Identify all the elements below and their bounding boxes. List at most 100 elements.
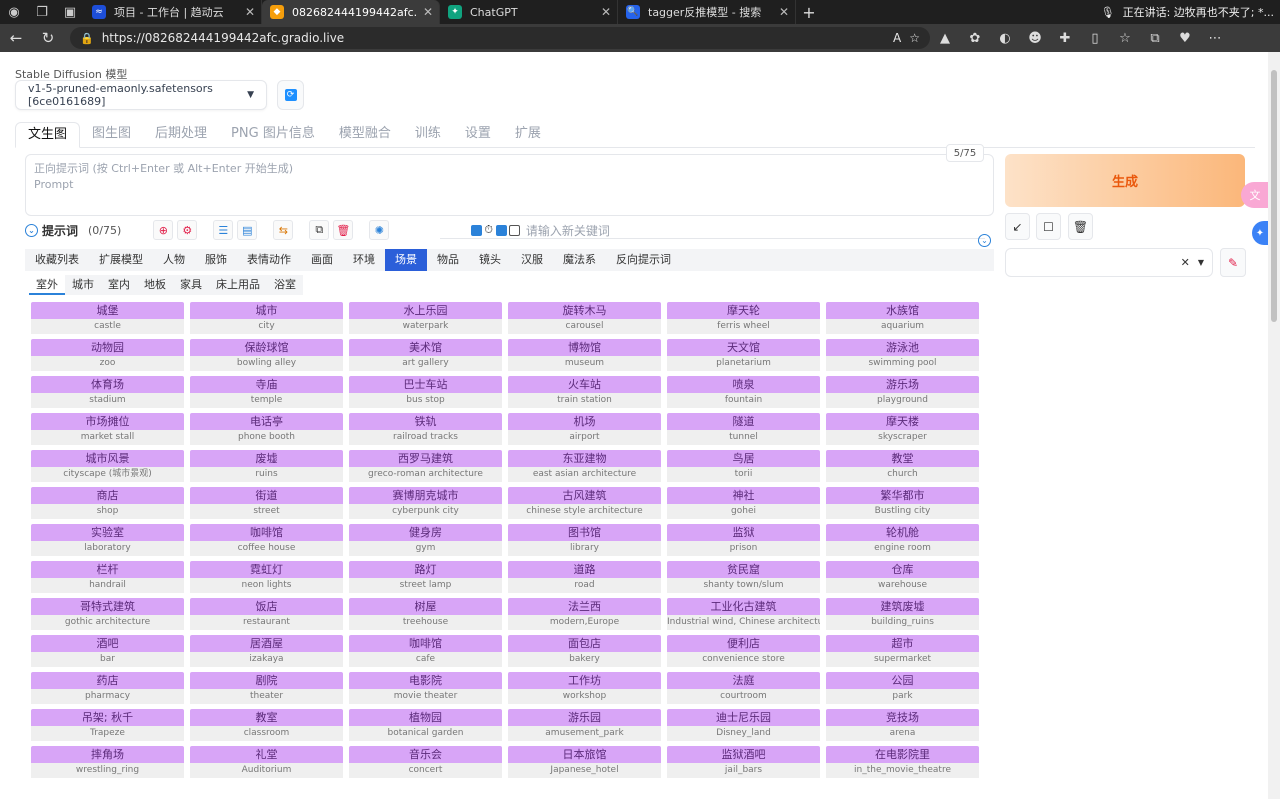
tag-card[interactable]: 街道 street xyxy=(190,487,343,519)
collections-icon[interactable]: ⧉ xyxy=(1140,24,1170,52)
tag-card[interactable]: 监狱 prison xyxy=(667,524,820,556)
tag-card[interactable]: 摩天轮 ferris wheel xyxy=(667,302,820,334)
main-tab[interactable]: 图生图 xyxy=(80,122,143,148)
tag-card[interactable]: 保龄球馆 bowling alley xyxy=(190,339,343,371)
subcategory-tab[interactable]: 床上用品 xyxy=(209,275,267,295)
settings-gear-icon[interactable]: ⚙ xyxy=(177,220,198,240)
tag-card[interactable]: 废墟 ruins xyxy=(190,450,343,482)
tag-card[interactable]: 寺庙 temple xyxy=(190,376,343,408)
tag-card[interactable]: 城市 city xyxy=(190,302,343,334)
tag-card[interactable]: 电话亭 phone booth xyxy=(190,413,343,445)
tag-card[interactable]: 道路 road xyxy=(508,561,661,593)
main-tab[interactable]: 文生图 xyxy=(15,122,81,148)
main-tab[interactable]: 设置 xyxy=(453,122,503,148)
tag-card[interactable]: 轮机舱 engine room xyxy=(826,524,979,556)
browser-tab[interactable]: ◆ 082682444199442afc.gradio.live ✕ xyxy=(262,0,440,24)
extension-icon-3[interactable]: ◐ xyxy=(990,24,1020,52)
tag-card[interactable]: 东亚建物 east asian architecture xyxy=(508,450,661,482)
category-tab[interactable]: 反向提示词 xyxy=(606,249,681,271)
subcategory-tab[interactable]: 家具 xyxy=(173,275,209,295)
tag-card[interactable]: 贫民窟 shanty town/slum xyxy=(667,561,820,593)
extension-icon-4[interactable]: ☻ xyxy=(1020,24,1050,52)
trash-icon[interactable]: 🗑 xyxy=(1068,213,1093,240)
extension-icon-1[interactable]: ▲ xyxy=(930,24,960,52)
split-screen-icon[interactable]: ▯ xyxy=(1080,24,1110,52)
tag-card[interactable]: 巴士车站 bus stop xyxy=(349,376,502,408)
subcategory-tab[interactable]: 城市 xyxy=(65,275,101,295)
tag-card[interactable]: 工业化古建筑 Industrial wind, Chinese architect… xyxy=(667,598,820,630)
tab-actions-icon[interactable]: ▣ xyxy=(56,0,84,24)
tag-card[interactable]: 栏杆 handrail xyxy=(31,561,184,593)
tag-card[interactable]: 实验室 laboratory xyxy=(31,524,184,556)
category-tab[interactable]: 环境 xyxy=(343,249,385,271)
tag-card[interactable]: 居酒屋 izakaya xyxy=(190,635,343,667)
styles-dropdown[interactable]: ✕ ▼ xyxy=(1005,248,1213,277)
clear-icon[interactable]: ✕ xyxy=(1181,256,1190,269)
tag-card[interactable]: 便利店 convenience store xyxy=(667,635,820,667)
extension-icon-2[interactable]: ✿ xyxy=(960,24,990,52)
tag-card[interactable]: 竞技场 arena xyxy=(826,709,979,741)
tag-card[interactable]: 城市风景 cityscape (城市景观) xyxy=(31,450,184,482)
tag-card[interactable]: 咖啡馆 cafe xyxy=(349,635,502,667)
tag-card[interactable]: 路灯 street lamp xyxy=(349,561,502,593)
tag-card[interactable]: 图书馆 library xyxy=(508,524,661,556)
trash-icon[interactable]: 🗑 xyxy=(333,220,354,240)
tag-card[interactable]: 健身房 gym xyxy=(349,524,502,556)
category-tab[interactable]: 人物 xyxy=(153,249,195,271)
tag-card[interactable]: 摩天楼 skyscraper xyxy=(826,413,979,445)
read-aloud-icon[interactable]: A xyxy=(893,31,901,45)
square-icon[interactable]: ☐ xyxy=(1036,213,1061,240)
arrow-down-left-icon[interactable]: ↙ xyxy=(1005,213,1030,240)
tag-card[interactable]: 哥特式建筑 gothic architecture xyxy=(31,598,184,630)
tag-card[interactable]: 水上乐园 waterpark xyxy=(349,302,502,334)
tag-card[interactable]: 铁轨 railroad tracks xyxy=(349,413,502,445)
tag-card[interactable]: 鸟居 torii xyxy=(667,450,820,482)
tag-card[interactable]: 机场 airport xyxy=(508,413,661,445)
tag-card[interactable]: 古风建筑 chinese style architecture xyxy=(508,487,661,519)
tag-card[interactable]: 在电影院里 in_the_movie_theatre xyxy=(826,746,979,778)
profile-icon[interactable]: ◉ xyxy=(0,0,28,24)
tag-card[interactable]: 霓虹灯 neon lights xyxy=(190,561,343,593)
tag-card[interactable]: 天文馆 planetarium xyxy=(667,339,820,371)
subcategory-tab[interactable]: 浴室 xyxy=(267,275,303,295)
tag-card[interactable]: 市场摊位 market stall xyxy=(31,413,184,445)
tag-card[interactable]: 神社 gohei xyxy=(667,487,820,519)
tag-card[interactable]: 游泳池 swimming pool xyxy=(826,339,979,371)
extensions-puzzle-icon[interactable]: ✚ xyxy=(1050,24,1080,52)
tag-panel-toggle[interactable]: ⌄ 提示词 xyxy=(25,222,78,239)
tag-card[interactable]: 博物馆 museum xyxy=(508,339,661,371)
workspaces-icon[interactable]: ❐ xyxy=(28,0,56,24)
copy-list-icon[interactable]: ☰ xyxy=(213,220,234,240)
prompt-input[interactable]: 正向提示词 (按 Ctrl+Enter 或 Alt+Enter 开始生成) Pr… xyxy=(25,154,994,216)
tag-card[interactable]: 旋转木马 carousel xyxy=(508,302,661,334)
collapse-icon[interactable]: ⌄ xyxy=(978,234,991,247)
microphone-icon[interactable]: 🎙 xyxy=(1101,6,1115,19)
browser-tab[interactable]: 🔍 tagger反推模型 - 搜索 ✕ xyxy=(618,0,796,24)
pencil-icon[interactable]: ✎ xyxy=(1220,248,1246,277)
tag-card[interactable]: 西罗马建筑 greco-roman architecture xyxy=(349,450,502,482)
tag-card[interactable]: 教室 classroom xyxy=(190,709,343,741)
category-tab[interactable]: 表情动作 xyxy=(237,249,301,271)
category-tab[interactable]: 服饰 xyxy=(195,249,237,271)
tag-card[interactable]: 迪士尼乐园 Disney_land xyxy=(667,709,820,741)
tag-card[interactable]: 火车站 train station xyxy=(508,376,661,408)
scrollbar-thumb[interactable] xyxy=(1271,70,1277,322)
tag-card[interactable]: 摔角场 wrestling_ring xyxy=(31,746,184,778)
tag-card[interactable]: 建筑废墟 building_ruins xyxy=(826,598,979,630)
tag-card[interactable]: 游乐场 playground xyxy=(826,376,979,408)
more-menu-icon[interactable]: ⋯ xyxy=(1200,24,1230,52)
checkbox-1[interactable] xyxy=(471,224,483,236)
tag-card[interactable]: 水族馆 aquarium xyxy=(826,302,979,334)
category-tab[interactable]: 汉服 xyxy=(511,249,553,271)
tag-card[interactable]: 教堂 church xyxy=(826,450,979,482)
tag-card[interactable]: 剧院 theater xyxy=(190,672,343,704)
tag-card[interactable]: 体育场 stadium xyxy=(31,376,184,408)
category-tab[interactable]: 画面 xyxy=(301,249,343,271)
tag-card[interactable]: 酒吧 bar xyxy=(31,635,184,667)
new-tab-button[interactable]: + xyxy=(796,3,822,22)
tag-card[interactable]: 药店 pharmacy xyxy=(31,672,184,704)
page-scrollbar[interactable] xyxy=(1268,52,1280,799)
tag-card[interactable]: 仓库 warehouse xyxy=(826,561,979,593)
category-tab[interactable]: 物品 xyxy=(427,249,469,271)
refresh-model-button[interactable]: ⟳ xyxy=(277,80,304,110)
